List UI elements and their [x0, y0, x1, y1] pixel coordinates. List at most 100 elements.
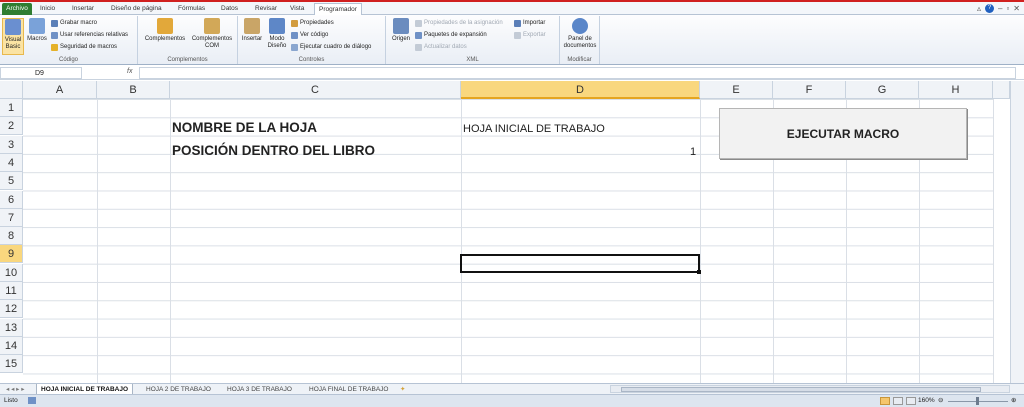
- tab-insertar[interactable]: Insertar: [72, 3, 94, 15]
- visual-basic-button[interactable]: Visual Basic: [2, 18, 24, 55]
- cell-d2[interactable]: HOJA INICIAL DE TRABAJO: [463, 123, 605, 135]
- grabar-macro-button[interactable]: Grabar macro: [51, 19, 97, 27]
- tab-archivo[interactable]: Archivo: [2, 3, 32, 15]
- row-header-11[interactable]: 11: [0, 282, 23, 300]
- modo-diseno-button[interactable]: Modo Diseño: [265, 18, 289, 50]
- document-panel-icon: [572, 18, 588, 34]
- referencias-relativas-button[interactable]: Usar referencias relativas: [51, 31, 128, 39]
- ejecutar-dialogo-button[interactable]: Ejecutar cuadro de diálogo: [291, 43, 371, 51]
- column-header-f[interactable]: F: [773, 81, 846, 99]
- tab-datos[interactable]: Datos: [221, 3, 238, 15]
- row-header-8[interactable]: 8: [0, 227, 23, 246]
- name-box[interactable]: D9: [0, 67, 82, 79]
- cell-d3[interactable]: 1: [690, 146, 696, 158]
- restore-icon[interactable]: ▫: [1006, 4, 1009, 13]
- importar-button[interactable]: Importar: [514, 19, 545, 27]
- exportar-button[interactable]: Exportar: [514, 31, 546, 39]
- record-macro-icon: [51, 19, 58, 27]
- row-header-12[interactable]: 12: [0, 300, 23, 319]
- status-mode: Listo: [4, 397, 18, 404]
- insert-function-icon[interactable]: fx: [127, 68, 132, 75]
- row-header-13[interactable]: 13: [0, 318, 23, 337]
- column-header-g[interactable]: G: [846, 81, 919, 99]
- zoom-in-icon[interactable]: ⊕: [1011, 395, 1016, 407]
- tab-diseno-pagina[interactable]: Diseño de página: [111, 3, 162, 15]
- tab-revisar[interactable]: Revisar: [255, 3, 277, 15]
- collapse-ribbon-icon[interactable]: ▵: [977, 4, 981, 13]
- column-header-b[interactable]: B: [97, 81, 170, 99]
- group-label-modificar: Modificar: [567, 57, 592, 63]
- export-icon: [514, 31, 521, 39]
- complementos-button[interactable]: Complementos: [142, 18, 188, 43]
- macro-record-status-icon[interactable]: [28, 397, 36, 404]
- tab-programador[interactable]: Programador: [314, 3, 362, 15]
- row-header-5[interactable]: 5: [0, 172, 23, 191]
- macros-button[interactable]: Macros: [26, 18, 48, 43]
- row-header-4[interactable]: 4: [0, 153, 23, 172]
- close-icon[interactable]: ✕: [1013, 4, 1020, 13]
- design-mode-icon: [269, 18, 285, 34]
- addins-gear-icon: [157, 18, 173, 34]
- page-break-view-icon[interactable]: [906, 397, 916, 405]
- column-header-h[interactable]: H: [919, 81, 993, 99]
- import-icon: [514, 19, 521, 27]
- column-header-e[interactable]: E: [700, 81, 773, 99]
- cell-c2[interactable]: NOMBRE DE LA HOJA: [172, 120, 317, 135]
- actualizar-datos-button[interactable]: Actualizar datos: [415, 43, 467, 51]
- row-header-14[interactable]: 14: [0, 336, 23, 355]
- zoom-out-icon[interactable]: ⊖: [938, 395, 943, 407]
- tab-inicio[interactable]: Inicio: [40, 3, 55, 15]
- row-header-7[interactable]: 7: [0, 208, 23, 227]
- column-header-a[interactable]: A: [23, 81, 97, 99]
- propiedades-asignacion-button[interactable]: Propiedades de la asignación: [415, 19, 503, 27]
- cell-c3[interactable]: POSICIÓN DENTRO DEL LIBRO: [172, 143, 375, 158]
- group-complementos: Complementos Complementos COM Complement…: [138, 16, 238, 64]
- row-header-9[interactable]: 9: [0, 245, 23, 264]
- tab-vista[interactable]: Vista: [290, 3, 304, 15]
- vertical-scrollbar[interactable]: [1010, 81, 1024, 383]
- expansion-packs-icon: [415, 31, 422, 39]
- panel-documentos-button[interactable]: Panel de documentos: [561, 18, 599, 50]
- row-header-2[interactable]: 2: [0, 117, 23, 136]
- seguridad-macros-button[interactable]: Seguridad de macros: [51, 43, 117, 51]
- minimize-icon[interactable]: –: [998, 4, 1002, 13]
- toolbox-icon: [244, 18, 260, 34]
- visual-basic-icon: [5, 19, 21, 35]
- horizontal-scroll-thumb[interactable]: [621, 387, 981, 392]
- row-header-6[interactable]: 6: [0, 190, 23, 209]
- com-addins-icon: [204, 18, 220, 34]
- propiedades-button[interactable]: Propiedades: [291, 19, 334, 27]
- paquetes-expansion-button[interactable]: Paquetes de expansión: [415, 31, 487, 39]
- row-header-1[interactable]: 1: [0, 99, 23, 117]
- warning-icon: [51, 43, 58, 51]
- row-header-10[interactable]: 10: [0, 263, 23, 282]
- ejecutar-macro-button[interactable]: EJECUTAR MACRO: [719, 108, 967, 159]
- status-bar: Listo 160% ⊖ ⊕: [0, 394, 1024, 407]
- ribbon-tab-bar: Archivo Inicio Insertar Diseño de página…: [0, 2, 1024, 15]
- active-cell-d9[interactable]: [460, 254, 700, 273]
- page-layout-view-icon[interactable]: [893, 397, 903, 405]
- view-code-icon: [291, 31, 298, 39]
- select-all-corner[interactable]: [0, 81, 23, 99]
- fill-handle[interactable]: [697, 270, 701, 274]
- row-header-3[interactable]: 3: [0, 135, 23, 154]
- insertar-control-button[interactable]: Insertar: [241, 18, 263, 43]
- column-header-d[interactable]: D: [461, 81, 700, 99]
- formula-input[interactable]: [139, 67, 1016, 79]
- normal-view-icon[interactable]: [880, 397, 890, 405]
- group-controles: Insertar Modo Diseño Propiedades Ver cód…: [238, 16, 386, 64]
- zoom-slider-thumb[interactable]: [976, 397, 979, 405]
- row-header-15[interactable]: 15: [0, 355, 23, 374]
- column-header-c[interactable]: C: [170, 81, 461, 99]
- zoom-level[interactable]: 160%: [918, 395, 935, 407]
- group-label-codigo: Código: [58, 57, 78, 63]
- tab-formulas[interactable]: Fórmulas: [178, 3, 205, 15]
- complementos-com-button[interactable]: Complementos COM: [189, 18, 235, 50]
- group-xml: Origen Propiedades de la asignación Paqu…: [386, 16, 560, 64]
- group-label-complementos: Complementos: [167, 57, 208, 63]
- origen-button[interactable]: Origen: [389, 18, 413, 43]
- macros-icon: [29, 18, 45, 34]
- horizontal-scrollbar[interactable]: [610, 385, 1010, 393]
- ver-codigo-button[interactable]: Ver código: [291, 31, 328, 39]
- help-icon[interactable]: ?: [985, 4, 994, 13]
